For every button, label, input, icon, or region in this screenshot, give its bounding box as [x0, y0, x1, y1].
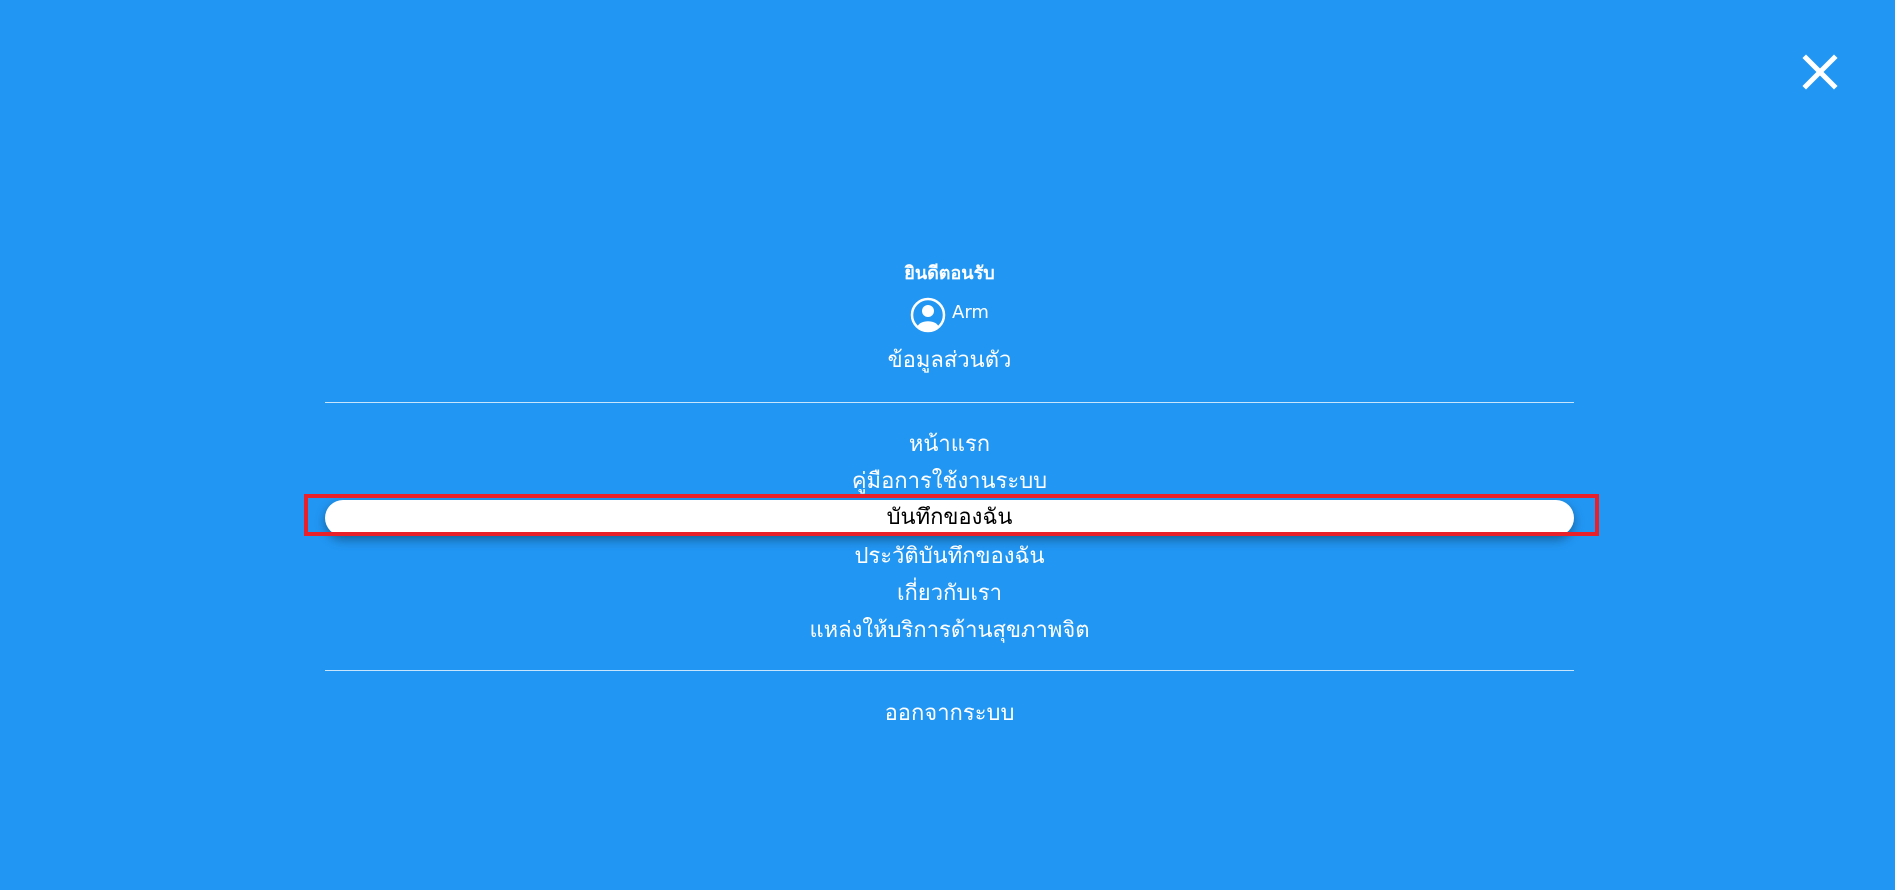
divider-top [325, 402, 1574, 403]
welcome-text: ยินดีตอนรับ [904, 263, 995, 284]
nav-item-journal-history[interactable]: ประวัติบันทึกของฉัน [325, 539, 1574, 575]
close-icon [1802, 54, 1838, 90]
nav-item-home[interactable]: หน้าแรก [325, 427, 1574, 463]
nav-item-my-journal[interactable]: บันทึกของฉัน [325, 500, 1574, 536]
side-menu: ยินดีตอนรับ Arm ข้อมูลส่วนตัว หน้าแรก คู… [304, 0, 1599, 890]
user-circle-icon [910, 297, 946, 333]
user-name: Arm [952, 302, 989, 323]
nav-item-about[interactable]: เกี่ยวกับเรา [325, 576, 1574, 612]
close-button[interactable] [1796, 48, 1844, 96]
nav-item-manual[interactable]: คู่มือการใช้งานระบบ [325, 464, 1574, 500]
divider-bottom [325, 670, 1574, 671]
logout-link[interactable]: ออกจากระบบ [325, 696, 1574, 732]
nav-item-mental-health-resources[interactable]: แหล่งให้บริการด้านสุขภาพจิต [325, 613, 1574, 649]
user-info: Arm [325, 297, 1574, 333]
profile-link[interactable]: ข้อมูลส่วนตัว [325, 346, 1574, 376]
